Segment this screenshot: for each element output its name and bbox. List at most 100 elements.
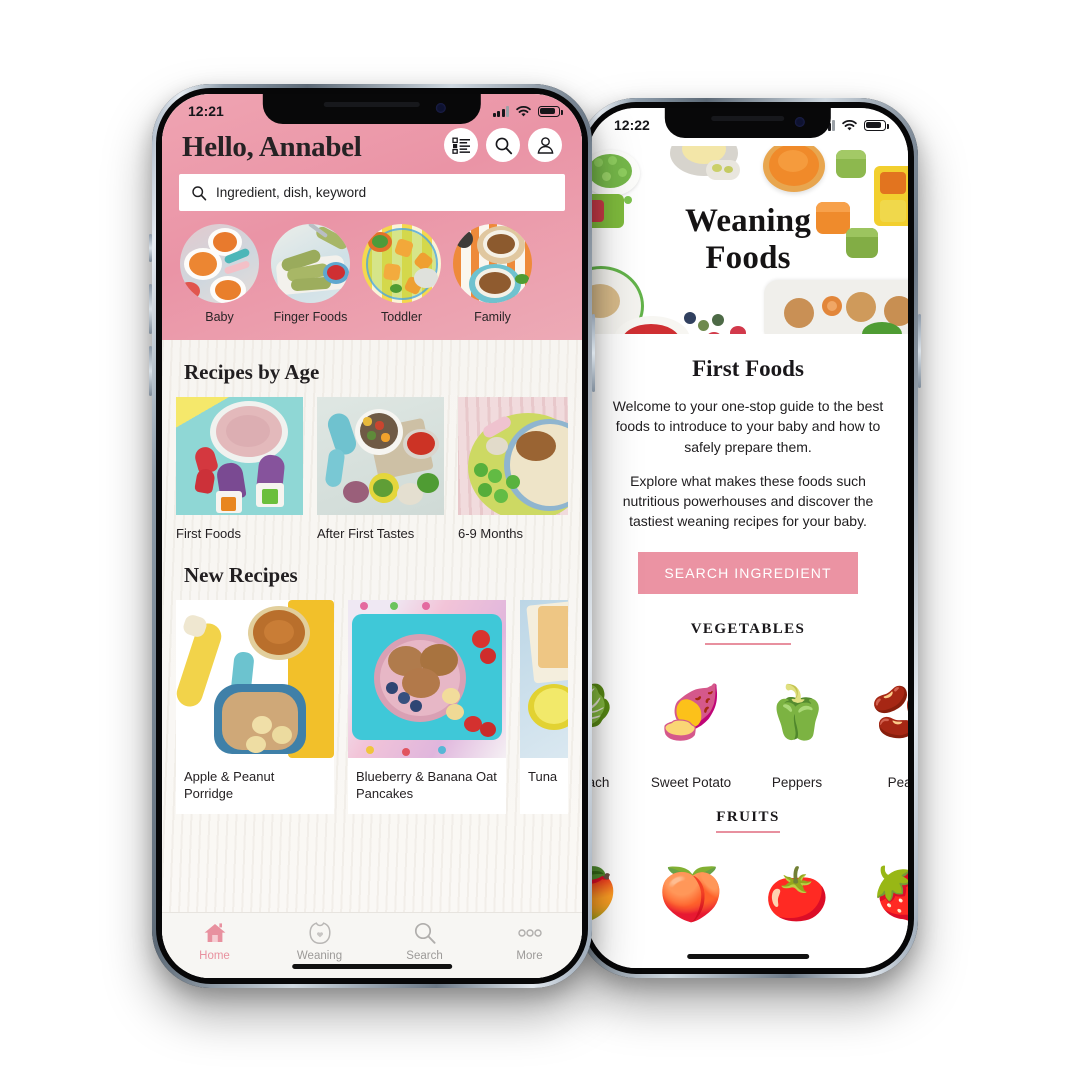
earpiece-speaker [711,116,785,121]
group-heading-fruits: FRUITS [588,808,908,833]
phone-left-volume-up-button[interactable] [149,284,152,334]
age-card-6-9-months[interactable]: 6-9 Months [458,397,568,541]
status-time-right: 12:22 [614,117,650,133]
tab-weaning[interactable]: Weaning [267,921,372,962]
tab-home[interactable]: Home [162,921,267,962]
recipe-card-image [520,600,568,758]
category-image-finger-foods [271,224,350,303]
profile-icon-button[interactable] [528,128,562,162]
group-heading-vegetables: VEGETABLES [588,620,908,645]
category-item-finger-foods[interactable]: Finger Foods [271,224,350,324]
screenshot-stage: 12:22 Weaning Foods First Foods Welcome … [0,0,1080,1080]
category-image-toddler [362,224,441,303]
category-item-baby[interactable]: Baby [180,224,259,324]
tab-more[interactable]: More [477,921,582,962]
category-image-baby [180,224,259,303]
spinach-icon: 🥬 [588,667,638,759]
ingredient-label: Spinach [588,774,610,790]
front-camera-icon [436,103,447,113]
search-input[interactable]: Ingredient, dish, keyword [179,174,565,211]
ingredient-item[interactable]: 🫘 Peas [850,667,908,790]
category-label: Family [474,310,511,324]
ingredient-item[interactable]: 🍓 [850,849,908,941]
search-placeholder: Ingredient, dish, keyword [216,185,367,200]
search-icon-button[interactable] [486,128,520,162]
strawberry-icon: 🍓 [870,865,908,924]
ingredient-row-fruits: 🥭 🍑 🍅 🍓 [588,839,908,941]
status-time-left: 12:21 [188,103,224,119]
sweet-potato-icon: 🍠 [658,683,724,742]
battery-icon [864,119,889,131]
phone-right-screen: 12:22 Weaning Foods First Foods Welcome … [588,108,908,968]
tab-search[interactable]: Search [372,921,477,962]
age-card-label: 6-9 Months [458,526,524,541]
category-image-family [453,224,532,303]
home-indicator-left[interactable] [292,964,452,969]
ingredient-item[interactable]: 🍠 Sweet Potato [638,667,744,790]
greeting-title: Hello, Annabel [182,131,362,163]
age-card-first-foods[interactable]: First Foods [176,397,303,541]
search-ingredient-button[interactable]: SEARCH INGREDIENT [638,551,858,594]
peppers-icon: 🫑 [764,683,830,742]
category-item-toddler[interactable]: Toddler [362,224,441,324]
tab-label: Weaning [296,950,343,962]
heading-underline [705,642,791,645]
category-label: Finger Foods [273,310,348,324]
ingredient-label: Peas [887,774,908,790]
recipe-card-tuna[interactable]: Tuna [520,600,568,815]
new-recipes-row[interactable]: Apple & Peanut Porridge Blueberry & Bana… [176,600,568,815]
checklist-icon-button[interactable] [444,128,478,162]
ingredient-label: Peppers [771,774,823,790]
phone-left-mute-switch[interactable] [149,234,152,262]
phone-left-volume-down-button[interactable] [149,346,152,396]
ingredient-item[interactable]: 🍅 [744,849,850,941]
greeting-row: Hello, Annabel [178,128,566,172]
group-heading-vegetables-label: VEGETABLES [690,620,806,637]
battery-icon [538,105,563,117]
recipe-card-blueberry-banana-oat-pancakes[interactable]: Blueberry & Banana Oat Pancakes [348,600,506,815]
tab-label: Search [406,950,443,962]
ingredient-row-vegetables: 🥬 Spinach 🍠 Sweet Potato 🫑 Peppers 🫘 Pea… [588,651,908,790]
recipe-card-image [348,600,506,758]
category-label: Toddler [381,310,422,324]
wifi-icon [516,105,531,116]
search-icon [192,185,207,200]
mango-icon: 🥭 [588,849,638,941]
weaning-foods-screen: 12:22 Weaning Foods First Foods Welcome … [588,108,908,968]
ingredient-item[interactable]: 🥭 [588,849,638,941]
page-title-first-foods: First Foods [692,356,804,381]
intro-paragraph-2: Explore what makes these foods such nutr… [622,472,874,530]
ingredient-item[interactable]: 🍑 [638,849,744,941]
content-body: Recipes by Age First Foods After First T… [162,340,582,912]
recipes-by-age-row[interactable]: First Foods After First Tastes 6-9 Month… [176,397,568,541]
phone-left-power-button[interactable] [592,314,595,392]
home-indicator-right[interactable] [687,954,809,959]
phone-right-power-button[interactable] [918,314,921,388]
search-icon [372,921,477,945]
recipe-card-label: Tuna [528,769,558,784]
age-card-after-first-tastes[interactable]: After First Tastes [317,397,444,541]
phone-left-screen: 12:21 Hello, Annabel Ingredient, dish, k… [162,94,582,978]
header-actions [444,128,562,164]
phone-left: 12:21 Hello, Annabel Ingredient, dish, k… [149,84,595,988]
age-card-label: After First Tastes [317,526,415,541]
category-label: Baby [205,310,234,324]
ingredient-label: Sweet Potato [650,774,732,790]
section-title-recipes-by-age: Recipes by Age [184,360,320,384]
home-screen: 12:21 Hello, Annabel Ingredient, dish, k… [162,94,582,978]
ingredient-item[interactable]: 🥬 Spinach [588,667,638,790]
status-indicators-left [492,105,563,118]
recipe-card-image [176,600,334,758]
category-item-family[interactable]: Family [453,224,532,324]
search-icon [495,137,512,154]
wifi-icon [842,119,857,130]
hero-line-2: Foods [705,240,791,276]
recipe-card-apple-peanut-porridge[interactable]: Apple & Peanut Porridge [176,600,334,815]
more-dots-icon [477,921,582,945]
age-card-image [176,397,303,515]
recipe-card-label: Apple & Peanut Porridge [184,769,275,802]
ingredient-item[interactable]: 🫑 Peppers [744,667,850,790]
intro-paragraph-1: Welcome to your one-stop guide to the be… [612,398,884,455]
phone-right: 12:22 Weaning Foods First Foods Welcome … [578,98,921,978]
group-heading-fruits-label: FRUITS [716,808,780,825]
